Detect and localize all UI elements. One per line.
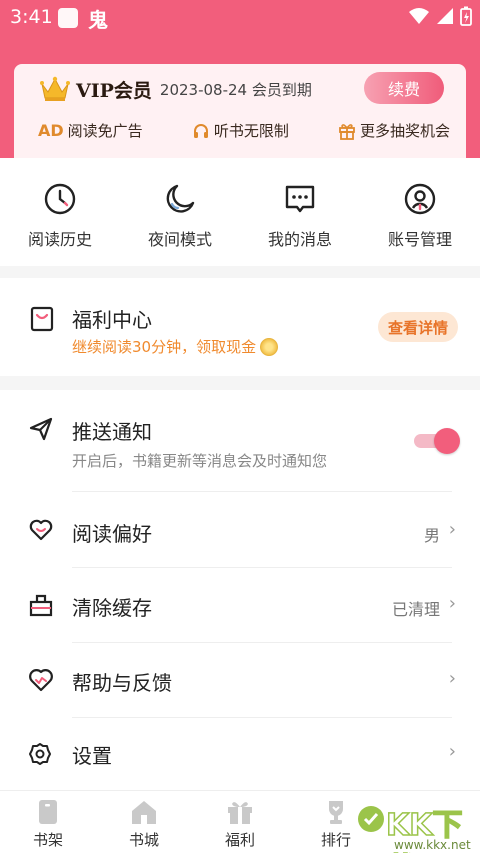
notification-icon xyxy=(58,8,78,28)
status-bar: 3:41 鬼 xyxy=(0,0,480,34)
chevron-right-icon: › xyxy=(448,519,456,540)
tab-welfare[interactable]: 福利 xyxy=(192,791,288,853)
tab-bookstore[interactable]: 书城 xyxy=(96,791,192,853)
tab-label: 书架 xyxy=(32,831,63,849)
clear-cache-row[interactable]: 清除缓存 已清理 › xyxy=(0,568,480,642)
settings-title: 设置 xyxy=(72,744,112,768)
store-icon xyxy=(132,801,156,824)
coin-icon xyxy=(260,337,279,356)
renew-button[interactable]: 续费 xyxy=(364,72,444,104)
welfare-subtitle-text: 继续阅读30分钟，领取现金 xyxy=(72,338,257,356)
status-time: 3:41 xyxy=(10,6,53,28)
account-icon xyxy=(404,183,436,215)
chevron-right-icon: › xyxy=(448,668,456,689)
account-management-button[interactable]: 账号管理 xyxy=(360,182,480,250)
vip-expiry-date: 2023-08-24 会员到期 xyxy=(159,80,312,99)
vip-card[interactable]: VIP会员 2023-08-24 会员到期 续费 AD 阅读免广告 听书无限制 … xyxy=(14,64,466,160)
heart-icon xyxy=(29,519,53,541)
chevron-right-icon: › xyxy=(448,741,456,762)
reading-history-button[interactable]: 阅读历史 xyxy=(0,182,120,250)
cache-value: 已清理 xyxy=(391,600,440,619)
headphones-icon xyxy=(192,122,210,140)
tab-label: 排行 xyxy=(320,831,351,849)
crown-icon xyxy=(40,76,70,101)
vip-title: VIP会员 xyxy=(76,79,152,102)
gear-icon xyxy=(29,743,51,765)
quick-actions-panel: 阅读历史 夜间模式 我的消息 账号管理 xyxy=(0,158,480,266)
perk-label: 听书无限制 xyxy=(213,122,289,140)
welfare-bag-icon xyxy=(30,306,54,332)
watermark: KK下载 www.kkx.net xyxy=(356,800,476,853)
push-notification-row: 推送通知 开启后，书籍更新等消息会及时通知您 xyxy=(0,390,480,490)
perk-no-ads: AD 阅读免广告 xyxy=(38,120,143,141)
quick-action-label: 夜间模式 xyxy=(147,230,212,249)
settings-list: 推送通知 开启后，书籍更新等消息会及时通知您 阅读偏好 男 › 清除缓存 已清理… xyxy=(0,390,480,790)
push-title: 推送通知 xyxy=(72,420,152,444)
night-mode-button[interactable]: 夜间模式 xyxy=(120,182,240,250)
send-icon xyxy=(29,417,53,441)
gift-icon xyxy=(228,802,252,824)
message-icon xyxy=(285,185,315,213)
bookshelf-icon xyxy=(39,800,57,824)
push-subtitle: 开启后，书籍更新等消息会及时通知您 xyxy=(72,452,328,470)
preference-title: 阅读偏好 xyxy=(72,522,152,546)
chevron-right-icon: › xyxy=(448,593,456,614)
app-notification-glyph: 鬼 xyxy=(88,8,108,32)
watermark-logo-icon xyxy=(358,806,384,832)
preference-value: 男 xyxy=(423,526,440,545)
wifi-icon xyxy=(409,8,429,24)
moon-icon xyxy=(166,184,195,213)
perk-label: 阅读免广告 xyxy=(67,122,143,140)
signal-icon xyxy=(437,8,453,24)
help-title: 帮助与反馈 xyxy=(72,671,172,695)
quick-action-label: 阅读历史 xyxy=(27,230,92,249)
broom-icon xyxy=(29,594,53,617)
reading-preference-row[interactable]: 阅读偏好 男 › xyxy=(0,492,480,568)
tab-bookshelf[interactable]: 书架 xyxy=(0,791,96,853)
perk-label: 更多抽奖机会 xyxy=(359,122,450,140)
settings-row[interactable]: 设置 › xyxy=(0,718,480,790)
battery-icon xyxy=(460,6,472,26)
trophy-icon xyxy=(329,801,343,824)
perk-lottery: 更多抽奖机会 xyxy=(338,120,450,141)
watermark-url: www.kkx.net xyxy=(394,838,471,852)
perk-audiobook: 听书无限制 xyxy=(192,120,289,141)
welfare-subtitle: 继续阅读30分钟，领取现金 xyxy=(72,336,279,357)
tab-label: 福利 xyxy=(224,831,255,849)
welfare-title: 福利中心 xyxy=(72,308,152,332)
help-feedback-row[interactable]: 帮助与反馈 › xyxy=(0,643,480,717)
gift-icon xyxy=(338,122,356,140)
welfare-center-row[interactable]: 福利中心 继续阅读30分钟，领取现金 查看详情 xyxy=(0,278,480,376)
push-toggle[interactable] xyxy=(414,428,460,454)
tab-label: 书城 xyxy=(128,831,159,849)
quick-action-label: 账号管理 xyxy=(387,230,452,249)
my-messages-button[interactable]: 我的消息 xyxy=(240,182,360,250)
quick-action-label: 我的消息 xyxy=(267,230,332,249)
vip-perks: AD 阅读免广告 听书无限制 更多抽奖机会 xyxy=(14,120,466,141)
ad-icon: AD xyxy=(38,121,64,140)
view-details-button[interactable]: 查看详情 xyxy=(378,312,458,342)
clock-icon xyxy=(44,183,76,215)
help-icon xyxy=(29,669,53,692)
cache-title: 清除缓存 xyxy=(72,596,152,620)
